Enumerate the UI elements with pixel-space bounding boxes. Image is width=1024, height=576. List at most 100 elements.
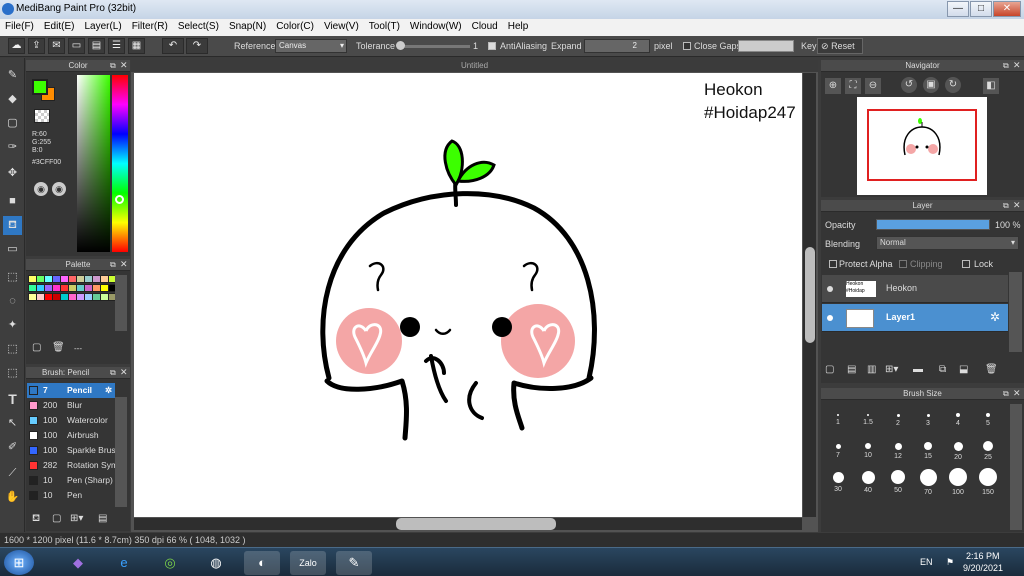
hue-slider[interactable] [112, 75, 128, 252]
eye-icon[interactable] [827, 286, 833, 292]
divide-tool-icon[interactable]: ✐ [3, 438, 22, 457]
zoom-out-icon[interactable]: ⊖ [865, 78, 881, 94]
rotate-right-icon[interactable]: ↻ [945, 77, 961, 93]
popout-icon[interactable]: ⧉ [1003, 389, 1009, 399]
close-gaps-slider[interactable] [738, 40, 794, 52]
popout-icon[interactable]: ⧉ [110, 368, 116, 378]
saturation-value-picker[interactable] [77, 75, 110, 252]
popout-icon[interactable]: ⧉ [110, 260, 116, 270]
brush-item[interactable]: 200 Blur [27, 398, 115, 413]
expand-input[interactable]: 2 [584, 39, 650, 53]
gradient-tool-icon[interactable]: ▭ [3, 240, 22, 259]
menu-file[interactable]: File(F) [0, 19, 39, 36]
layer-row-selected[interactable]: Layer1 ✲ [822, 304, 1008, 332]
trash-icon[interactable]: 🗑 [985, 364, 998, 375]
opacity-slider[interactable] [876, 219, 990, 230]
blending-select[interactable]: Normal ▾ [876, 236, 1019, 250]
eye-icon[interactable] [827, 315, 833, 321]
new-layer-icon[interactable]: ▢ [825, 364, 834, 375]
grid-icon[interactable]: ▦ [128, 38, 145, 54]
popout-icon[interactable]: ⧉ [1003, 61, 1009, 71]
clock-time[interactable]: 2:16 PM [966, 551, 1000, 561]
minimize-button[interactable]: — [947, 1, 969, 17]
brush-item[interactable]: 100 Sparkle Brush [27, 443, 115, 458]
palette-scrollbar[interactable] [115, 275, 127, 331]
redo-icon[interactable]: ↷ [186, 38, 208, 54]
visual-studio-icon[interactable]: ◆ [60, 551, 96, 575]
comment-icon[interactable]: ✉ [48, 38, 65, 54]
add-brush-icon[interactable]: ⊞▾ [70, 513, 83, 524]
close-icon[interactable]: ✕ [1013, 388, 1021, 399]
document-tab[interactable]: Untitled [131, 60, 818, 72]
brush-size-cell[interactable]: 40 [853, 468, 883, 499]
canvas[interactable]: Heokon #Hoidap247 [134, 73, 802, 517]
language-indicator[interactable]: EN [920, 557, 933, 567]
bucket-tool-icon[interactable]: ⛾ [3, 216, 22, 235]
lasso-tool-icon[interactable]: ◌ [3, 292, 22, 311]
menu-layer[interactable]: Layer(L) [79, 19, 126, 36]
brush-size-cell[interactable]: 20 [943, 437, 973, 468]
select-pen-tool-icon[interactable]: ⬚ [3, 340, 22, 359]
document-icon[interactable]: ▤ [88, 38, 105, 54]
brush-size-cell[interactable]: 1.5 [853, 406, 883, 437]
cloud-icon[interactable]: ☁ [8, 38, 25, 54]
menu-filter[interactable]: Filter(R) [127, 19, 173, 36]
brush-size-cell[interactable]: 100 [943, 468, 973, 499]
brush-item[interactable]: 10 Pen [27, 488, 115, 503]
folder-icon[interactable]: ▬ [913, 364, 923, 375]
close-icon[interactable]: ✕ [1013, 200, 1021, 211]
brush-size-cell[interactable]: 70 [913, 468, 943, 499]
tolerance-slider[interactable] [398, 45, 470, 48]
menu-color[interactable]: Color(C) [271, 19, 319, 36]
close-button[interactable]: ✕ [993, 1, 1021, 17]
eraser-tool-icon[interactable]: ◆ [3, 90, 22, 109]
antialiasing-checkbox[interactable] [488, 42, 496, 50]
menu-select[interactable]: Select(S) [173, 19, 224, 36]
brush-size-cell[interactable]: 3 [913, 406, 943, 437]
pen-tool-icon[interactable]: ✑ [3, 138, 22, 157]
new-brush-icon[interactable]: ▢ [52, 513, 61, 524]
brush-size-cell[interactable]: 15 [913, 437, 943, 468]
menu-cloud[interactable]: Cloud [467, 19, 503, 36]
horizontal-scrollbar-thumb[interactable] [396, 518, 556, 530]
brush-size-cell[interactable]: 10 [853, 437, 883, 468]
close-icon[interactable]: ✕ [1013, 60, 1021, 71]
hand-tool-icon[interactable]: ✋ [3, 488, 22, 507]
brush-size-cell[interactable]: 4 [943, 406, 973, 437]
brush-item[interactable]: 100 Airbrush [27, 428, 115, 443]
brush-settings-icon[interactable]: ▤ [98, 513, 107, 524]
internet-explorer-icon[interactable]: e [106, 551, 142, 575]
close-gaps-checkbox[interactable] [683, 42, 691, 50]
bucket-icon[interactable]: ⛾ [32, 513, 40, 526]
upload-icon[interactable]: ⇪ [28, 38, 45, 54]
maximize-button[interactable]: □ [970, 1, 992, 17]
zalo-icon[interactable]: Zalo [290, 551, 326, 575]
merge-down-icon[interactable]: ⬓ [959, 364, 968, 375]
brush-scrollbar[interactable] [115, 397, 127, 507]
brush-size-cell[interactable]: 30 [823, 468, 853, 499]
medibang-icon[interactable]: ✎ [336, 551, 372, 575]
new-8bit-layer-icon[interactable]: ▥ [867, 364, 876, 375]
foreground-color-swatch[interactable] [32, 79, 48, 95]
color-picker-icon[interactable]: ◉ [52, 182, 66, 196]
move-tool-icon[interactable]: ✥ [3, 164, 22, 183]
close-icon[interactable]: ✕ [120, 367, 128, 378]
transparent-swatch[interactable] [34, 109, 50, 123]
vertical-scrollbar-thumb[interactable] [805, 247, 815, 343]
close-icon[interactable]: ✕ [120, 60, 128, 71]
reset-view-icon[interactable]: ▣ [923, 77, 939, 93]
layer-scrollbar[interactable] [1009, 272, 1022, 352]
brush-size-scrollbar[interactable] [1010, 404, 1022, 530]
duplicate-layer-icon[interactable]: ⧉ [939, 364, 946, 375]
chrome-icon[interactable]: ◍ [198, 551, 234, 575]
rotate-left-icon[interactable]: ↺ [901, 77, 917, 93]
brush-size-cell[interactable]: 1 [823, 406, 853, 437]
brush-size-cell[interactable]: 7 [823, 437, 853, 468]
undo-icon[interactable]: ↶ [162, 38, 184, 54]
menu-window[interactable]: Window(W) [405, 19, 467, 36]
new-halftone-layer-icon[interactable]: ▤ [847, 364, 856, 375]
brush-item[interactable]: 10 Pen (Sharp) [27, 473, 115, 488]
fit-icon[interactable]: ⛶ [845, 78, 861, 94]
flip-icon[interactable]: ◧ [983, 78, 999, 94]
hue-slider-thumb[interactable] [115, 195, 124, 204]
